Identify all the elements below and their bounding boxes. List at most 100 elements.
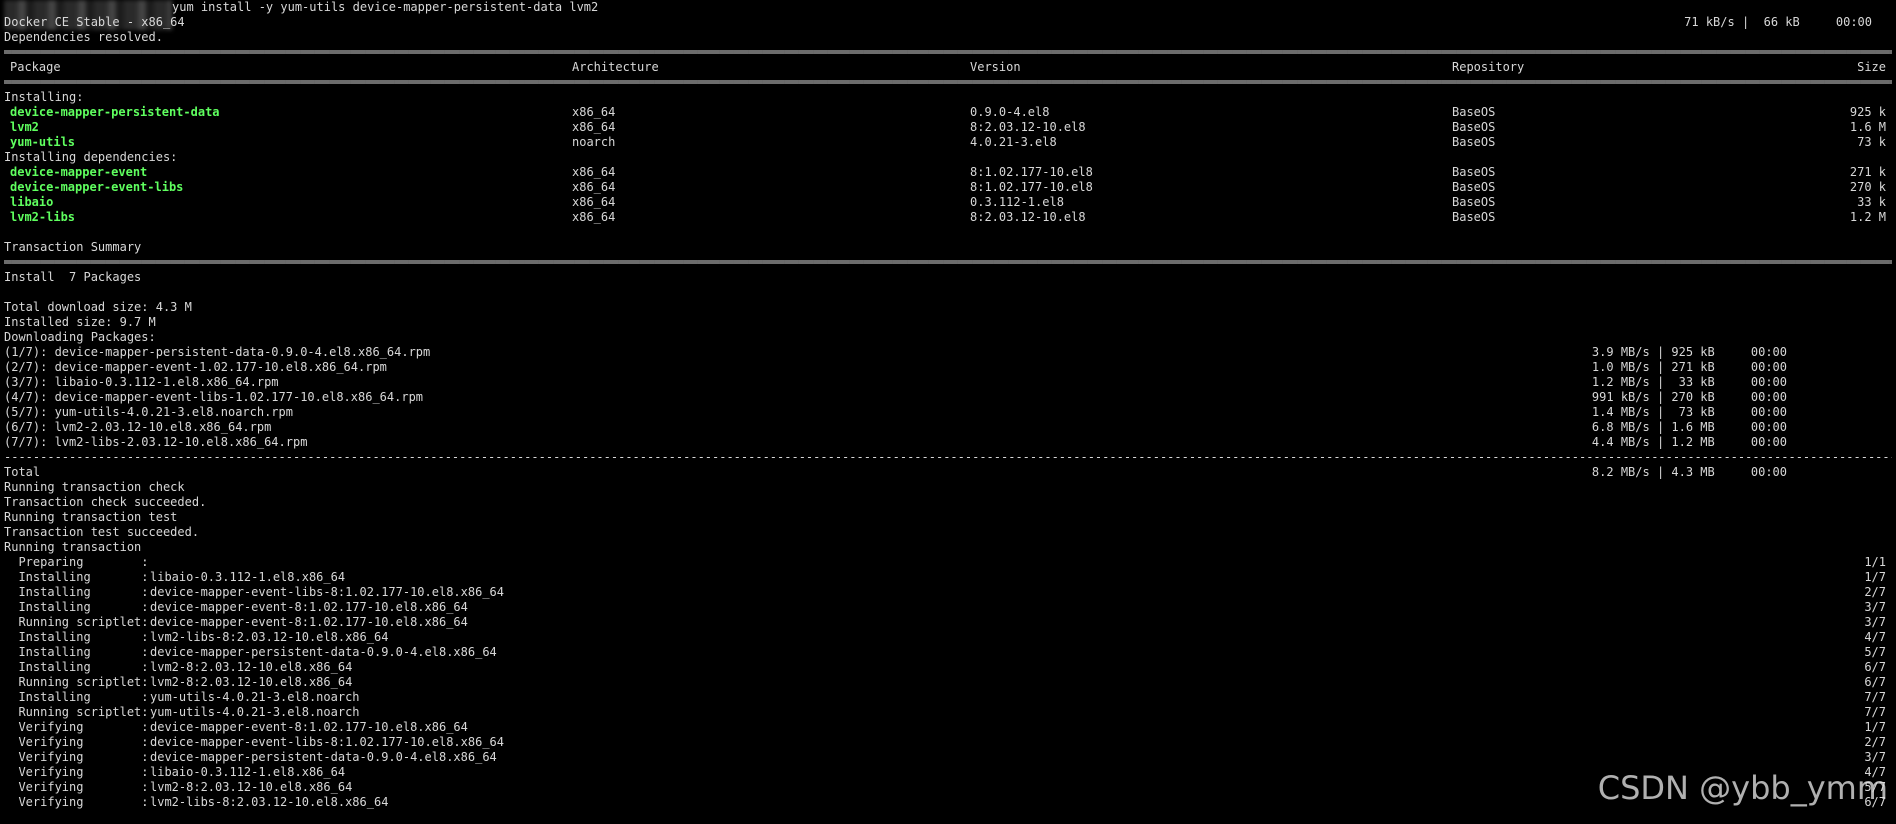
package-size: 1.2 M (1849, 210, 1886, 224)
step-action: Verifying : (4, 765, 149, 779)
status-line: Running transaction (4, 540, 1892, 555)
package-name: device-mapper-event (10, 165, 148, 179)
downloading-line: Downloading Packages: (4, 330, 1892, 345)
summary-title-line: Transaction Summary (4, 240, 1892, 255)
step-action: Installing : (4, 585, 149, 599)
step-count: 3/7 (1864, 600, 1886, 614)
step-package: device-mapper-event-libs-8:1.02.177-10.e… (150, 585, 505, 599)
package-arch: x86_64 (572, 210, 616, 224)
table-row: yum-utils noarch 4.0.21-3.el8 BaseOS 73 k (4, 135, 1892, 150)
package-version: 8:2.03.12-10.el8 (970, 120, 1086, 134)
step-action: Installing : (4, 660, 149, 674)
deps-label: Installing dependencies: (4, 150, 178, 164)
download-stats: 6.8 MB/s | 1.6 MB 00:00 (1591, 420, 1787, 434)
step-package: device-mapper-event-libs-8:1.02.177-10.e… (150, 735, 505, 749)
download-stats: 1.2 MB/s | 33 kB 00:00 (1591, 375, 1787, 389)
step-count: 3/7 (1864, 615, 1886, 629)
step-count: 7/7 (1864, 690, 1886, 704)
step-count: 1/7 (1864, 720, 1886, 734)
step-package: yum-utils-4.0.21-3.el8.noarch (150, 705, 360, 719)
package-version: 0.9.0-4.el8 (970, 105, 1050, 119)
table-row: device-mapper-persistent-data x86_64 0.9.0… (4, 105, 1892, 120)
step-action: Installing : (4, 570, 149, 584)
separator-double: ════════════════════════════════════════… (4, 75, 1892, 89)
step-count: 2/7 (1864, 735, 1886, 749)
installing-list: device-mapper-persistent-data x86_64 0.9.0… (4, 105, 1892, 150)
package-version: 8:2.03.12-10.el8 (970, 210, 1086, 224)
status-line: Transaction test succeeded. (4, 525, 1892, 540)
package-repo: BaseOS (1452, 195, 1496, 209)
transaction-step: Running scriptlet: lvm2-8:2.03.12-10.el8.… (4, 675, 1892, 690)
step-count: 2/7 (1864, 585, 1886, 599)
step-action: Running scriptlet: (4, 705, 149, 719)
step-package: device-mapper-persistent-data-0.9.0-4.el… (150, 750, 497, 764)
deps-resolved-line: Dependencies resolved. (4, 30, 1892, 45)
package-name: libaio (10, 195, 54, 209)
transaction-step: Verifying : device-mapper-event-libs-8:1.… (4, 735, 1892, 750)
header-arch: Architecture (572, 60, 659, 74)
transaction-step: Running scriptlet: yum-utils-4.0.21-3.el8… (4, 705, 1892, 720)
terminal-window[interactable]: yum install -y yum-utils device-mapper-p… (4, 0, 1892, 810)
transaction-step: Installing : device-mapper-event-8:1.02.1… (4, 600, 1892, 615)
package-version: 4.0.21-3.el8 (970, 135, 1057, 149)
header-repo: Repository (1452, 60, 1525, 74)
step-action: Installing : (4, 645, 149, 659)
download-row: (5/7): yum-utils-4.0.21-3.el8.noarch.rpm… (4, 405, 1892, 420)
deps-list: device-mapper-event x86_64 8:1.02.177-10.e… (4, 165, 1892, 225)
total-download-size: Total download size: 4.3 M (4, 300, 192, 314)
package-size: 271 k (1849, 165, 1886, 179)
package-repo: BaseOS (1452, 165, 1496, 179)
command-text: yum install -y yum-utils device-mapper-p… (172, 0, 599, 14)
package-repo: BaseOS (1452, 210, 1496, 224)
step-package: lvm2-8:2.03.12-10.el8.x86_64 (150, 780, 353, 794)
table-row: device-mapper-event x86_64 8:1.02.177-10.e… (4, 165, 1892, 180)
download-row: (7/7): lvm2-libs-2.03.12-10.el8.x86_64.r… (4, 435, 1892, 450)
download-stats: 1.0 MB/s | 271 kB 00:00 (1591, 360, 1787, 374)
downloading-label: Downloading Packages: (4, 330, 156, 344)
repo-rate: 71 kB/s | 66 kB 00:00 (1684, 15, 1872, 29)
step-package: lvm2-libs-8:2.03.12-10.el8.x86_64 (150, 795, 389, 809)
step-package: device-mapper-event-8:1.02.177-10.el8.x8… (150, 615, 468, 629)
download-file: (1/7): device-mapper-persistent-data-0.9… (4, 345, 431, 359)
status-text: Running transaction test (4, 510, 178, 524)
package-name: lvm2 (10, 120, 39, 134)
deps-label-line: Installing dependencies: (4, 150, 1892, 165)
transaction-step: Installing : device-mapper-persistent-dat… (4, 645, 1892, 660)
package-repo: BaseOS (1452, 120, 1496, 134)
step-action: Verifying : (4, 795, 149, 809)
installed-size-line: Installed size: 9.7 M (4, 315, 1892, 330)
transaction-step: Installing : device-mapper-event-libs-8:1… (4, 585, 1892, 600)
command-line: yum install -y yum-utils device-mapper-p… (4, 0, 1892, 15)
table-row: libaio x86_64 0.3.112-1.el8 BaseOS 33 k (4, 195, 1892, 210)
download-row: (3/7): libaio-0.3.112-1.el8.x86_64.rpm 1.… (4, 375, 1892, 390)
package-arch: x86_64 (572, 165, 616, 179)
step-count: 3/7 (1864, 750, 1886, 764)
package-name: lvm2-libs (10, 210, 76, 224)
step-package: device-mapper-persistent-data-0.9.0-4.el… (150, 645, 497, 659)
transaction-step: Installing : lvm2-libs-8:2.03.12-10.el8.x… (4, 630, 1892, 645)
step-action: Verifying : (4, 735, 149, 749)
package-size: 270 k (1849, 180, 1886, 194)
download-file: (7/7): lvm2-libs-2.03.12-10.el8.x86_64.r… (4, 435, 308, 449)
deps-resolved-text: Dependencies resolved. (4, 30, 163, 44)
step-count: 6/7 (1864, 675, 1886, 689)
download-file: (5/7): yum-utils-4.0.21-3.el8.noarch.rpm (4, 405, 293, 419)
step-action: Verifying : (4, 750, 149, 764)
step-package: yum-utils-4.0.21-3.el8.noarch (150, 690, 360, 704)
package-arch: x86_64 (572, 195, 616, 209)
status-line: Transaction check succeeded. (4, 495, 1892, 510)
download-list: (1/7): device-mapper-persistent-data-0.9… (4, 345, 1892, 450)
install-count-line: Install 7 Packages (4, 270, 1892, 285)
download-file: (4/7): device-mapper-event-libs-1.02.177… (4, 390, 424, 404)
step-count: 4/7 (1864, 630, 1886, 644)
total-label: Total (4, 465, 41, 479)
step-package: device-mapper-event-8:1.02.177-10.el8.x8… (150, 720, 468, 734)
package-version: 0.3.112-1.el8 (970, 195, 1064, 209)
status-text: Transaction check succeeded. (4, 495, 207, 509)
download-row: (4/7): device-mapper-event-libs-1.02.177… (4, 390, 1892, 405)
summary-title: Transaction Summary (4, 240, 142, 254)
download-row: (2/7): device-mapper-event-1.02.177-10.e… (4, 360, 1892, 375)
install-count: Install 7 Packages (4, 270, 142, 284)
